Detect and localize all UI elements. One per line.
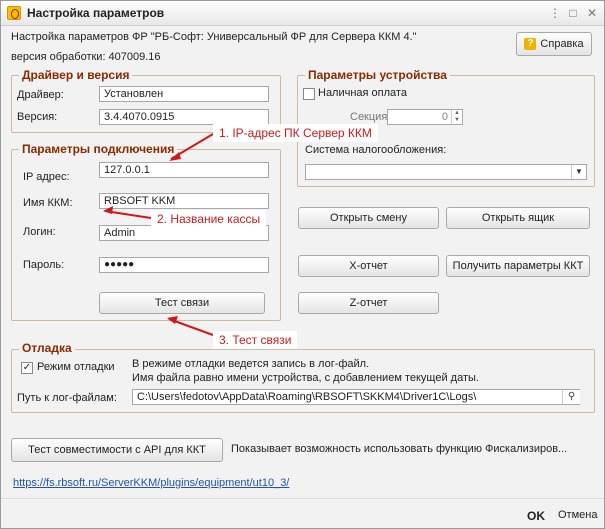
settings-window: Настройка параметров ⋮ □ ✕ Настройка пар… <box>0 0 605 529</box>
annotation-arrowhead-1 <box>169 152 181 161</box>
annotation-kkm-name: 2. Название кассы <box>151 210 267 228</box>
annotation-arrowhead-2 <box>103 206 113 214</box>
annotation-arrows <box>103 133 214 336</box>
annotation-ip: 1. IP-адрес ПК Сервер ККМ <box>213 124 378 142</box>
annotation-test: 3. Тест связи <box>213 331 298 349</box>
annotation-arrowhead-3 <box>167 316 178 324</box>
